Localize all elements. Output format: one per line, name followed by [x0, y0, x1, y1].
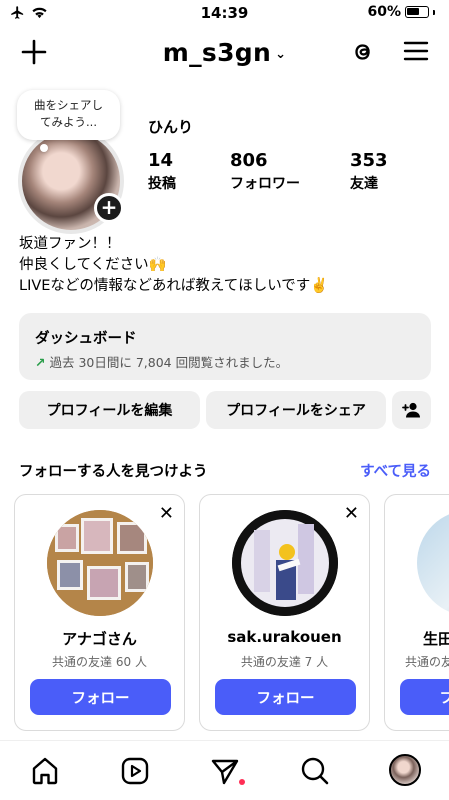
status-bar: 14:39 60% [0, 0, 449, 26]
chevron-down-icon: ⌄ [275, 46, 287, 62]
home-icon[interactable] [29, 755, 61, 787]
bio-line-1: 坂道ファン！！ [19, 236, 121, 252]
dashboard-title: ダッシュボード [35, 331, 137, 347]
stat-posts[interactable]: 14 投稿 [148, 150, 176, 193]
dismiss-suggestion-icon[interactable]: ✕ [344, 503, 359, 524]
share-profile-button[interactable]: プロフィールをシェア [206, 391, 386, 429]
bio-line-3: LIVEなどの情報などあれば教えてほしいです✌️ [19, 278, 329, 294]
stat-friends[interactable]: 353 友達 [350, 150, 388, 193]
username-switcher[interactable]: m_s3gn ⌄ [0, 38, 449, 67]
suggestion-mutual: 共通の友達 60 人 [52, 655, 147, 669]
note-bubble[interactable]: 曲をシェアし てみよう... [17, 90, 120, 140]
suggestion-card[interactable]: ✕ sak.urakouen 共通の友達 7 人 フォロー [199, 494, 370, 731]
note-line-1: 曲をシェアし [34, 98, 103, 112]
bio-line-2: 仲良くしてください🙌 [19, 257, 167, 273]
follow-button[interactable]: フ [400, 679, 449, 715]
suggestion-name: 生田 [423, 630, 449, 648]
reels-icon[interactable] [119, 755, 151, 787]
threads-icon[interactable] [349, 38, 377, 66]
discover-people-button[interactable] [392, 391, 431, 429]
hamburger-menu-icon[interactable] [403, 40, 429, 62]
battery-icon [405, 6, 429, 18]
profile-header: m_s3gn ⌄ [0, 34, 449, 74]
profile-avatar-tab[interactable] [389, 754, 421, 786]
profile-bio: 坂道ファン！！ 仲良くしてください🙌 LIVEなどの情報などあれば教えてほしいで… [19, 234, 328, 297]
direct-message-icon[interactable] [209, 755, 241, 787]
add-person-icon [401, 402, 420, 418]
stat-friends-label: 友達 [350, 176, 378, 192]
suggestion-card[interactable]: 生田 共通の友 フ [384, 494, 449, 731]
suggestion-name: sak.urakouen [227, 628, 342, 646]
see-all-link[interactable]: すべて見る [360, 460, 431, 481]
profile-stats: 14 投稿 806 フォロワー 353 友達 [148, 150, 438, 200]
bottom-navigation [0, 740, 449, 800]
note-line-2: てみよう... [40, 115, 97, 129]
note-bubble-tail [40, 144, 48, 152]
battery-percentage: 60% [367, 4, 401, 20]
add-story-plus-icon[interactable]: + [94, 193, 124, 223]
follow-button[interactable]: フォロー [215, 679, 356, 715]
edit-profile-button[interactable]: プロフィールを編集 [19, 391, 200, 429]
follow-button[interactable]: フォロー [30, 679, 171, 715]
notification-dot [239, 779, 245, 785]
stat-friends-count: 353 [350, 150, 388, 171]
suggestion-name: アナゴさん [62, 630, 137, 648]
suggestion-avatar[interactable] [232, 510, 338, 616]
search-icon[interactable] [299, 755, 331, 787]
username: m_s3gn [162, 38, 272, 67]
display-name: ひんり [148, 118, 194, 136]
suggestion-mutual: 共通の友達 7 人 [240, 655, 329, 669]
profile-action-buttons: プロフィールを編集 プロフィールをシェア [19, 391, 431, 429]
suggestion-avatar[interactable] [47, 510, 153, 616]
stat-followers-label: フォロワー [230, 176, 300, 192]
trend-up-arrow-icon: ↗ [35, 355, 46, 370]
suggestions-header: フォローする人を見つけよう すべて見る [19, 460, 431, 482]
stat-posts-count: 14 [148, 150, 174, 171]
suggestions-title: フォローする人を見つけよう [19, 464, 208, 480]
professional-dashboard[interactable]: ダッシュボード ↗ 過去 30日間に 7,804 回閲覧されました。 [19, 313, 431, 380]
stat-followers[interactable]: 806 フォロワー [230, 150, 300, 193]
dashboard-subtitle: 過去 30日間に 7,804 回閲覧されました。 [49, 355, 289, 370]
suggestion-mutual: 共通の友 [405, 655, 449, 669]
stat-followers-count: 806 [230, 150, 268, 171]
suggestion-card[interactable]: ✕ アナゴさん 共通の友達 60 人 フォロー [14, 494, 185, 731]
stat-posts-label: 投稿 [148, 176, 176, 192]
dismiss-suggestion-icon[interactable]: ✕ [159, 503, 174, 524]
suggestion-avatar[interactable] [417, 510, 449, 616]
